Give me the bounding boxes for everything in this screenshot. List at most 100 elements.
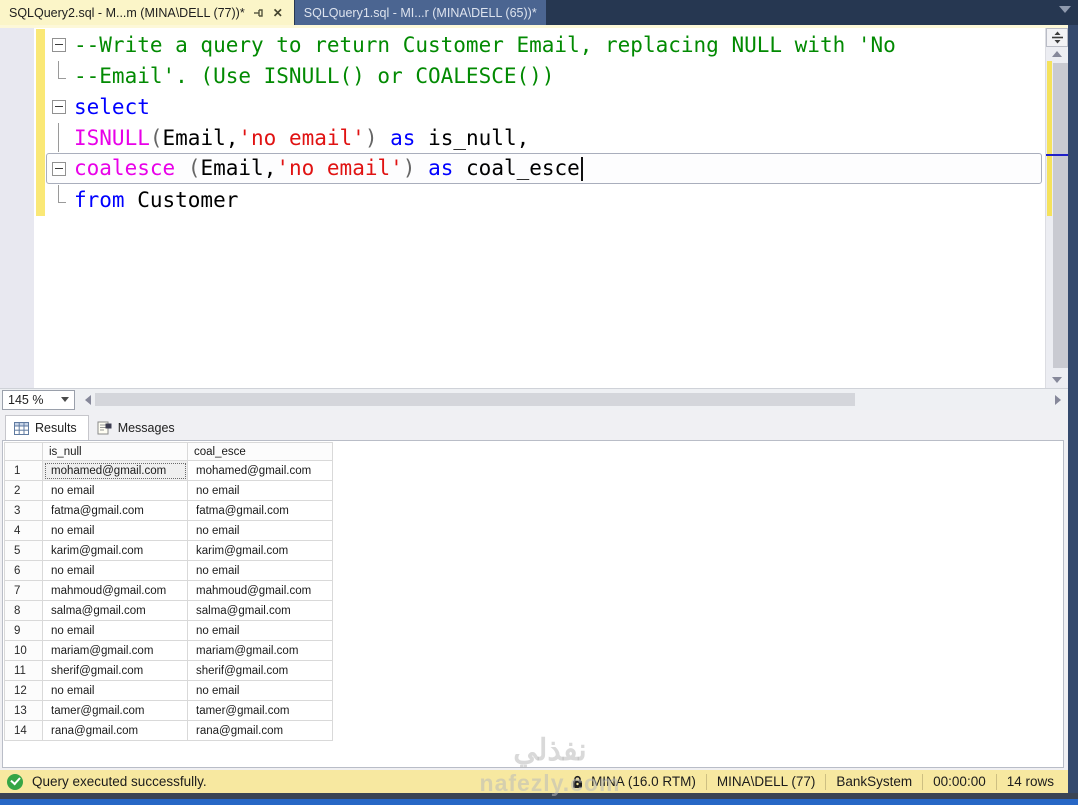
scroll-up-arrow[interactable] bbox=[1046, 47, 1068, 61]
tab-messages[interactable]: Messages bbox=[89, 415, 186, 440]
editor-bottom-bar: 145 % bbox=[0, 388, 1068, 410]
success-check-icon bbox=[7, 773, 23, 790]
code-line[interactable]: from Customer bbox=[46, 184, 1042, 215]
grid-cell[interactable]: tamer@gmail.com bbox=[42, 700, 188, 721]
collapse-minus-icon[interactable] bbox=[52, 37, 66, 52]
query-status: Query executed successfully. bbox=[0, 773, 561, 790]
vertical-scrollbar[interactable] bbox=[1045, 28, 1068, 388]
grid-cell[interactable]: tamer@gmail.com bbox=[187, 700, 333, 721]
grid-cell[interactable]: rana@gmail.com bbox=[187, 720, 333, 741]
scrollbar-thumb[interactable] bbox=[95, 393, 856, 406]
zoom-select[interactable]: 145 % bbox=[2, 389, 75, 410]
grid-cell[interactable]: mariam@gmail.com bbox=[42, 640, 188, 661]
grid-cell[interactable]: sherif@gmail.com bbox=[187, 660, 333, 681]
elapsed-time: 00:00:00 bbox=[922, 773, 996, 790]
user-name: MINA\DELL (77) bbox=[705, 773, 826, 790]
grid-header-row: is_null coal_esce bbox=[4, 442, 333, 461]
row-number-cell[interactable]: 5 bbox=[4, 540, 43, 561]
grid-cell[interactable]: karim@gmail.com bbox=[187, 540, 333, 561]
outline-margin bbox=[47, 123, 74, 152]
grid-cell[interactable]: mohamed@gmail.com bbox=[42, 460, 188, 481]
tab-results[interactable]: Results bbox=[5, 415, 89, 440]
tab-sqlquery1[interactable]: SQLQuery1.sql - MI...r (MINA\DELL (65))* bbox=[294, 0, 546, 25]
grid-cell[interactable]: no email bbox=[187, 680, 333, 701]
code-text: from Customer bbox=[74, 187, 239, 212]
code-line[interactable]: select bbox=[46, 91, 1042, 122]
scroll-down-arrow[interactable] bbox=[1046, 373, 1068, 387]
row-number-cell[interactable]: 9 bbox=[4, 620, 43, 641]
scroll-right-arrow[interactable] bbox=[1051, 394, 1065, 405]
grid-cell[interactable]: sherif@gmail.com bbox=[42, 660, 188, 681]
splitter-handle-icon[interactable] bbox=[1046, 28, 1068, 47]
row-number-cell[interactable]: 12 bbox=[4, 680, 43, 701]
row-number-cell[interactable]: 7 bbox=[4, 580, 43, 601]
row-number-cell[interactable]: 8 bbox=[4, 600, 43, 621]
code-text: ISNULL(Email,'no email') as is_null, bbox=[74, 125, 530, 150]
grid-cell[interactable]: no email bbox=[42, 680, 188, 701]
row-number-cell[interactable]: 14 bbox=[4, 720, 43, 741]
outline-margin bbox=[47, 61, 74, 90]
table-row: 8 salma@gmail.com salma@gmail.com bbox=[4, 600, 333, 621]
row-number-cell[interactable]: 4 bbox=[4, 520, 43, 541]
tab-sqlquery2[interactable]: SQLQuery2.sql - M...m (MINA\DELL (77))* … bbox=[0, 0, 294, 25]
scroll-left-arrow[interactable] bbox=[81, 394, 95, 405]
row-number-cell[interactable]: 10 bbox=[4, 640, 43, 661]
grid-cell[interactable]: no email bbox=[187, 520, 333, 541]
code-line[interactable]: coalesce (Email,'no email') as coal_esce bbox=[46, 153, 1042, 184]
scrollbar-track[interactable] bbox=[1046, 61, 1068, 372]
sql-editor[interactable]: --Write a query to return Customer Email… bbox=[0, 28, 1068, 388]
grid-cell[interactable]: no email bbox=[42, 620, 188, 641]
grid-cell[interactable]: salma@gmail.com bbox=[42, 600, 188, 621]
close-icon[interactable]: ✕ bbox=[271, 6, 285, 20]
row-number-cell[interactable]: 3 bbox=[4, 500, 43, 521]
scrollbar-track[interactable] bbox=[95, 392, 1051, 407]
table-row: 11 sherif@gmail.com sherif@gmail.com bbox=[4, 660, 333, 681]
results-grid[interactable]: is_null coal_esce 1 mohamed@gmail.com moham… bbox=[4, 442, 333, 741]
grid-cell[interactable]: fatma@gmail.com bbox=[187, 500, 333, 521]
code-lines[interactable]: --Write a query to return Customer Email… bbox=[46, 29, 1042, 215]
grid-column-header[interactable]: coal_esce bbox=[187, 442, 333, 461]
row-number-cell[interactable]: 11 bbox=[4, 660, 43, 681]
grid-cell[interactable]: mohamed@gmail.com bbox=[187, 460, 333, 481]
grid-cell[interactable]: no email bbox=[187, 480, 333, 501]
row-number-cell[interactable]: 1 bbox=[4, 460, 43, 481]
row-number-cell[interactable]: 6 bbox=[4, 560, 43, 581]
grid-corner-cell[interactable] bbox=[4, 442, 43, 461]
code-line[interactable]: ISNULL(Email,'no email') as is_null, bbox=[46, 122, 1042, 153]
row-number-cell[interactable]: 13 bbox=[4, 700, 43, 721]
grid-cell[interactable]: no email bbox=[187, 620, 333, 641]
triangle-right-icon bbox=[1055, 394, 1061, 405]
window-edge bbox=[0, 799, 1078, 805]
collapse-minus-icon[interactable] bbox=[52, 161, 66, 176]
triangle-left-icon bbox=[85, 394, 91, 405]
grid-cell[interactable]: karim@gmail.com bbox=[42, 540, 188, 561]
grid-cell[interactable]: mahmoud@gmail.com bbox=[187, 580, 333, 601]
scrollbar-thumb[interactable] bbox=[1053, 63, 1068, 368]
outline-margin[interactable] bbox=[47, 92, 74, 121]
grid-cell[interactable]: salma@gmail.com bbox=[187, 600, 333, 621]
grid-cell[interactable]: no email bbox=[42, 520, 188, 541]
code-line[interactable]: --Email'. (Use ISNULL() or COALESCE()) bbox=[46, 60, 1042, 91]
database-name: BankSystem bbox=[825, 773, 922, 790]
row-number-cell[interactable]: 2 bbox=[4, 480, 43, 501]
collapse-minus-icon[interactable] bbox=[52, 99, 66, 114]
table-row: 12 no email no email bbox=[4, 680, 333, 701]
code-text: --Email'. (Use ISNULL() or COALESCE()) bbox=[74, 63, 555, 88]
grid-cell[interactable]: fatma@gmail.com bbox=[42, 500, 188, 521]
grid-cell[interactable]: no email bbox=[187, 560, 333, 581]
grid-column-header[interactable]: is_null bbox=[42, 442, 188, 461]
tab-label: Messages bbox=[117, 420, 175, 435]
chevron-down-icon[interactable] bbox=[1059, 6, 1071, 13]
table-row: 1 mohamed@gmail.com mohamed@gmail.com bbox=[4, 460, 333, 481]
outline-margin[interactable] bbox=[47, 30, 74, 59]
grid-cell[interactable]: rana@gmail.com bbox=[42, 720, 188, 741]
horizontal-scrollbar[interactable] bbox=[81, 391, 1065, 408]
grid-cell[interactable]: no email bbox=[42, 560, 188, 581]
pin-icon[interactable] bbox=[252, 7, 264, 19]
grid-cell[interactable]: mariam@gmail.com bbox=[187, 640, 333, 661]
outline-margin[interactable] bbox=[47, 154, 74, 183]
grid-cell[interactable]: mahmoud@gmail.com bbox=[42, 580, 188, 601]
code-line[interactable]: --Write a query to return Customer Email… bbox=[46, 29, 1042, 60]
grid-body: 1 mohamed@gmail.com mohamed@gmail.com 2 no e… bbox=[4, 460, 333, 741]
grid-cell[interactable]: no email bbox=[42, 480, 188, 501]
